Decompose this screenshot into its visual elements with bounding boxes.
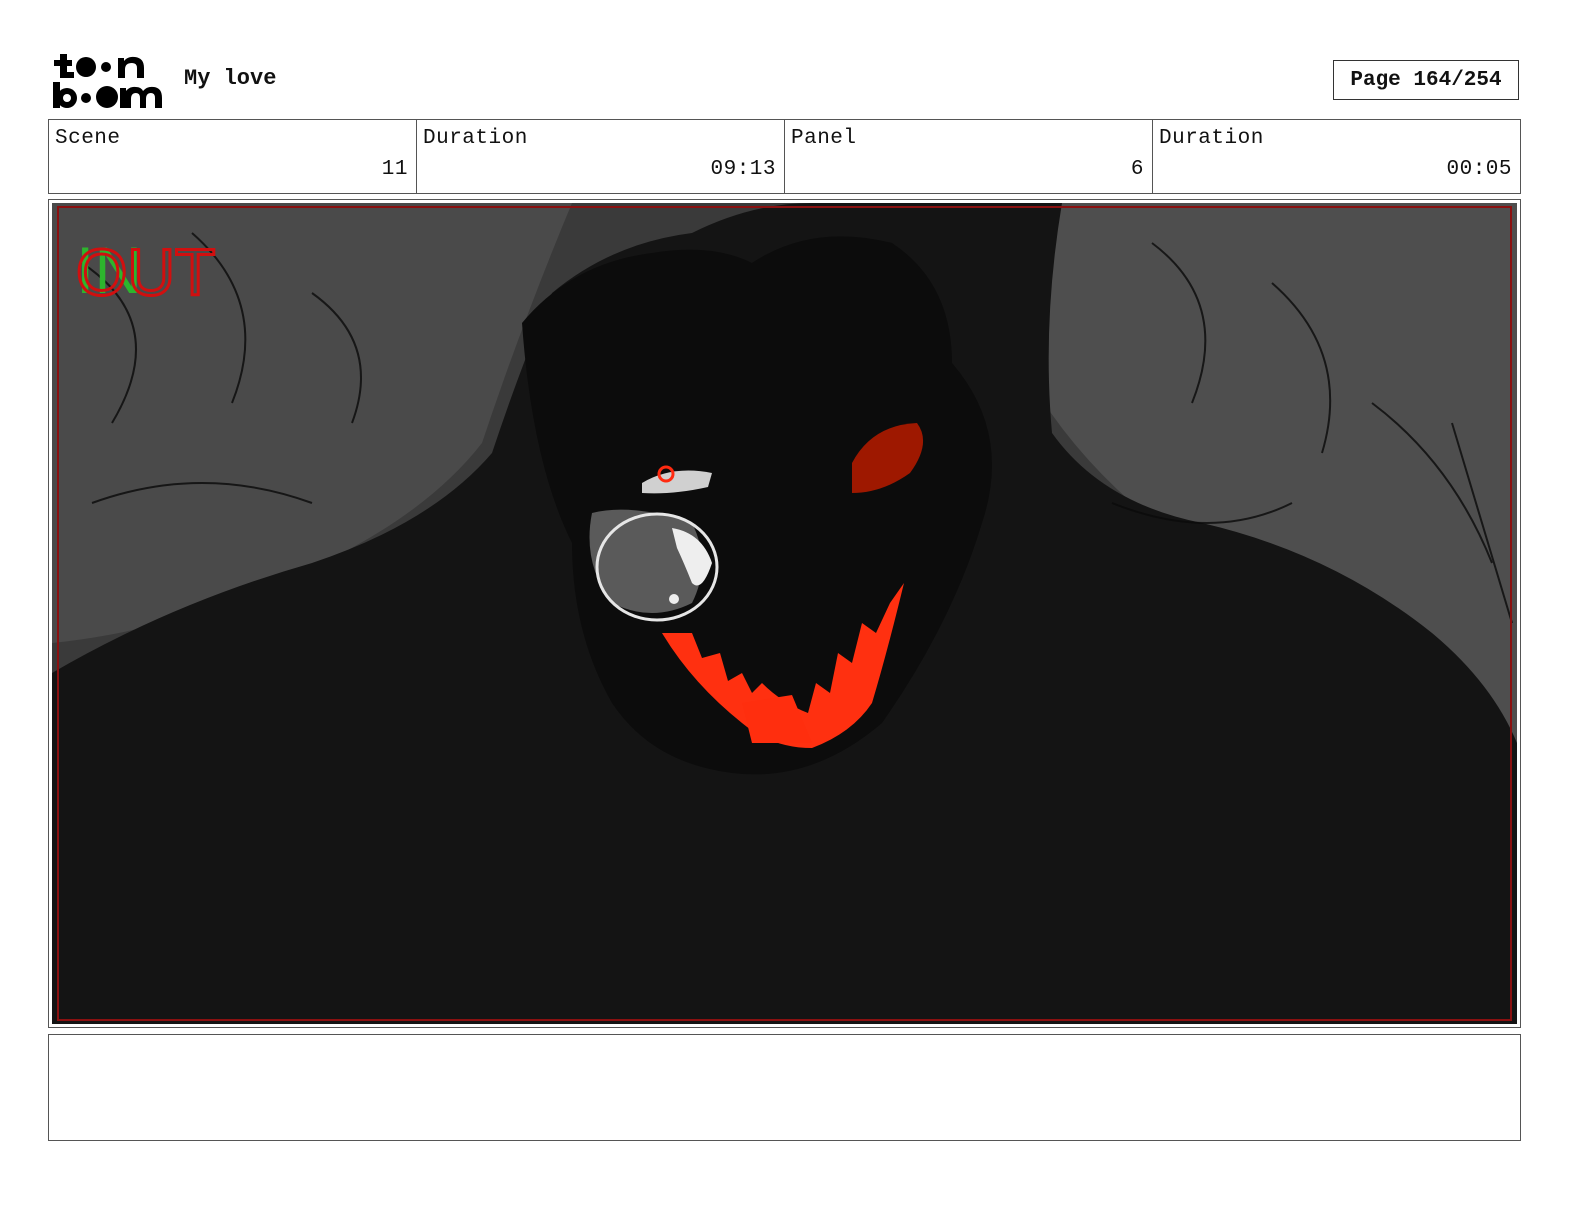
panel-number: 6 [1130, 158, 1144, 181]
scene-duration-label: Duration [423, 127, 528, 150]
storyboard-panel: IN OUT [48, 199, 1521, 1028]
scene-label: Scene [55, 127, 121, 150]
scene-duration-cell: Duration 09:13 [416, 120, 784, 193]
out-marker: OUT [76, 235, 215, 309]
panel-duration-label: Duration [1159, 127, 1264, 150]
panel-artwork: IN OUT [52, 203, 1517, 1024]
panel-label: Panel [791, 127, 857, 150]
scene-cell: Scene 11 [49, 120, 416, 193]
scene-info-bar: Scene 11 Duration 09:13 Panel 6 Duration… [48, 119, 1521, 194]
panel-notes-box [48, 1034, 1521, 1141]
project-title: My love [184, 66, 277, 91]
panel-duration-value: 00:05 [1446, 158, 1512, 181]
panel-cell: Panel 6 [784, 120, 1152, 193]
page-counter: Page 164/254 [1333, 60, 1519, 100]
scene-duration-value: 09:13 [710, 158, 776, 181]
page-counter-label: Page 164/254 [1350, 68, 1502, 92]
scene-number: 11 [381, 158, 408, 181]
toon-boom-logo [53, 54, 162, 108]
panel-duration-cell: Duration 00:05 [1152, 120, 1520, 193]
